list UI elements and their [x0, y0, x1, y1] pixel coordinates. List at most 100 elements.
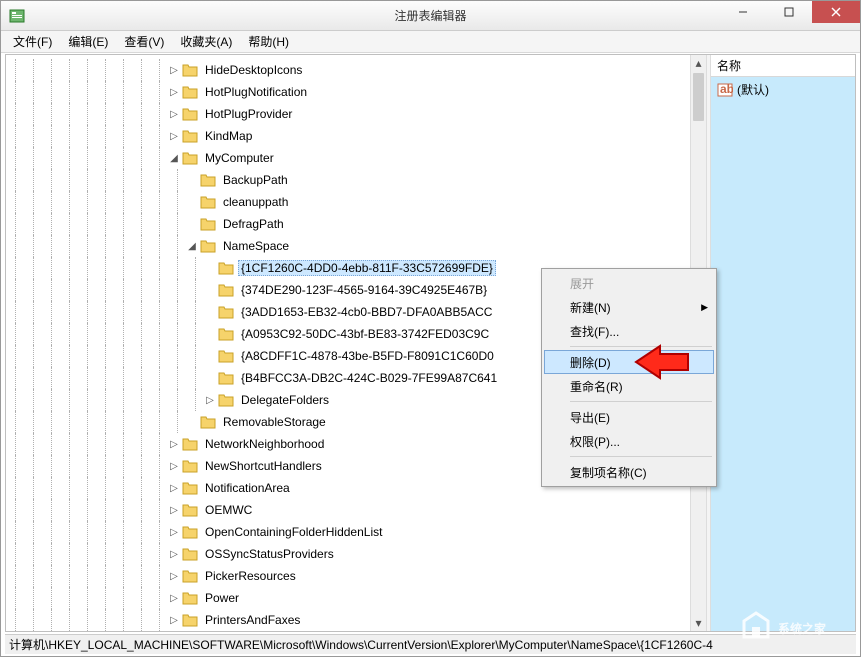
value-row-default[interactable]: ab (默认): [711, 77, 855, 102]
tree-node[interactable]: ▷PrintersAndFaxes: [6, 609, 690, 631]
scroll-down-icon[interactable]: ▾: [691, 615, 706, 631]
scroll-up-icon[interactable]: ▴: [691, 55, 706, 71]
tree-node[interactable]: ▷OpenContainingFolderHiddenList: [6, 521, 690, 543]
minimize-button[interactable]: [720, 1, 766, 23]
expand-icon[interactable]: ▷: [168, 131, 180, 142]
tree-node-label: PickerResources: [202, 568, 299, 584]
values-header-name[interactable]: 名称: [711, 55, 855, 77]
tree-node-label: OSSyncStatusProviders: [202, 546, 337, 562]
tree-node[interactable]: ▷ Power: [6, 587, 690, 609]
tree-node-label: Power: [202, 590, 242, 606]
tree-node[interactable]: ◢ MyComputer: [6, 147, 690, 169]
menu-favorites[interactable]: 收藏夹(A): [172, 31, 240, 52]
tree-node-label: RemovableStorage: [220, 414, 329, 430]
folder-icon: [182, 569, 198, 583]
folder-icon: [218, 327, 234, 341]
tree-node-label: HideDesktopIcons: [202, 62, 305, 78]
watermark: 系统之家: [734, 607, 854, 650]
folder-icon: [182, 459, 198, 473]
tree-node-label: DefragPath: [220, 216, 287, 232]
folder-icon: [218, 261, 234, 275]
ctx-find[interactable]: 查找(F)...: [544, 319, 714, 343]
tree-node-label: HotPlugNotification: [202, 84, 310, 100]
expand-icon[interactable]: ▷: [168, 439, 180, 450]
folder-icon: [200, 415, 216, 429]
tree-node[interactable]: ▷ HideDesktopIcons: [6, 59, 690, 81]
folder-icon: [182, 107, 198, 121]
tree-node[interactable]: cleanuppath: [6, 191, 690, 213]
folder-icon: [218, 349, 234, 363]
expand-icon[interactable]: ▷: [168, 483, 180, 494]
ctx-expand[interactable]: 展开: [544, 271, 714, 295]
collapse-icon[interactable]: ◢: [168, 153, 180, 164]
expand-icon[interactable]: ▷: [168, 109, 180, 120]
status-bar: 计算机\HKEY_LOCAL_MACHINE\SOFTWARE\Microsof…: [5, 634, 856, 654]
tree-node-label: {A8CDFF1C-4878-43be-B5FD-F8091C1C60D0: [238, 348, 497, 364]
tree-node-label: {374DE290-123F-4565-9164-39C4925E467B}: [238, 282, 490, 298]
tree-node[interactable]: ◢NameSpace: [6, 235, 690, 257]
expand-icon[interactable]: ▷: [168, 593, 180, 604]
folder-icon: [218, 371, 234, 385]
window-title: 注册表编辑器: [394, 7, 466, 24]
folder-icon: [182, 437, 198, 451]
expand-icon[interactable]: ▷: [168, 527, 180, 538]
value-name: (默认): [737, 81, 769, 98]
tree-node-label: HotPlugProvider: [202, 106, 295, 122]
folder-icon: [182, 547, 198, 561]
folder-icon: [200, 173, 216, 187]
expand-icon[interactable]: ▷: [168, 87, 180, 98]
folder-icon: [182, 129, 198, 143]
ctx-separator: [570, 401, 712, 402]
scroll-thumb[interactable]: [693, 73, 704, 121]
tree-node[interactable]: DefragPath: [6, 213, 690, 235]
folder-icon: [182, 613, 198, 627]
tree-node[interactable]: ▷ HotPlugProvider: [6, 103, 690, 125]
folder-icon: [200, 239, 216, 253]
menu-edit[interactable]: 编辑(E): [60, 31, 116, 52]
collapse-icon[interactable]: ◢: [186, 241, 198, 252]
ctx-permissions[interactable]: 权限(P)...: [544, 429, 714, 453]
status-path: 计算机\HKEY_LOCAL_MACHINE\SOFTWARE\Microsof…: [9, 636, 713, 653]
tree-node-label: OEMWC: [202, 502, 255, 518]
expand-icon[interactable]: ▷: [168, 461, 180, 472]
tree-node[interactable]: ▷ PickerResources: [6, 565, 690, 587]
tree-node-label: {B4BFCC3A-DB2C-424C-B029-7FE99A87C641: [238, 370, 500, 386]
folder-icon: [182, 63, 198, 77]
tree-node-label: MyComputer: [202, 150, 277, 166]
folder-icon: [218, 283, 234, 297]
menu-file[interactable]: 文件(F): [5, 31, 60, 52]
ctx-copy-key[interactable]: 复制项名称(C): [544, 460, 714, 484]
tree-node[interactable]: ▷ OSSyncStatusProviders: [6, 543, 690, 565]
folder-icon: [200, 217, 216, 231]
expand-icon[interactable]: ▷: [168, 571, 180, 582]
expand-icon[interactable]: ▷: [168, 505, 180, 516]
close-button[interactable]: [812, 1, 860, 23]
tree-node-label: BackupPath: [220, 172, 291, 188]
maximize-button[interactable]: [766, 1, 812, 23]
svg-text:系统之家: 系统之家: [778, 621, 827, 636]
tree-node[interactable]: BackupPath: [6, 169, 690, 191]
submenu-arrow-icon: ▶: [701, 302, 708, 313]
expand-icon[interactable]: ▷: [168, 549, 180, 560]
tree-node-label: {3ADD1653-EB32-4cb0-BBD7-DFA0ABB5ACC: [238, 304, 495, 320]
tree-node-label: cleanuppath: [220, 194, 291, 210]
ctx-export[interactable]: 导出(E): [544, 405, 714, 429]
folder-icon: [182, 591, 198, 605]
tree-node-label: NetworkNeighborhood: [202, 436, 327, 452]
tree-node[interactable]: ▷ OEMWC: [6, 499, 690, 521]
regedit-app-icon: [9, 8, 25, 24]
folder-icon: [182, 481, 198, 495]
ctx-new[interactable]: 新建(N)▶: [544, 295, 714, 319]
tree-node-label: {A0953C92-50DC-43bf-BE83-3742FED03C9C: [238, 326, 492, 342]
tree-node-label: {1CF1260C-4DD0-4ebb-811F-33C572699FDE}: [238, 260, 496, 276]
menu-view[interactable]: 查看(V): [116, 31, 172, 52]
folder-icon: [200, 195, 216, 209]
expand-icon[interactable]: ▷: [168, 615, 180, 626]
expand-icon[interactable]: ▷: [168, 65, 180, 76]
tree-node[interactable]: ▷ KindMap: [6, 125, 690, 147]
tree-node[interactable]: ▷ HotPlugNotification: [6, 81, 690, 103]
expand-icon[interactable]: ▷: [204, 395, 216, 406]
annotation-arrow-icon: [634, 344, 692, 383]
menu-help[interactable]: 帮助(H): [240, 31, 297, 52]
tree-node-label: KindMap: [202, 128, 255, 144]
